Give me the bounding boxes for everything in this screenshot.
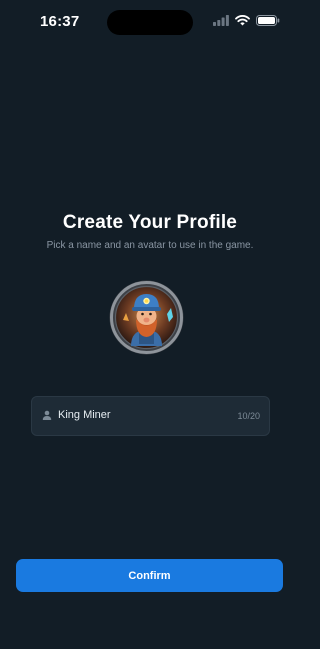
miner-avatar[interactable] xyxy=(109,280,184,355)
dynamic-island xyxy=(107,10,193,35)
signal-icon xyxy=(213,15,229,26)
status-bar: 16:37 xyxy=(0,0,300,44)
wifi-icon xyxy=(235,15,250,26)
name-field[interactable]: King Miner 10/20 xyxy=(31,396,270,436)
status-icons xyxy=(213,15,280,26)
character-counter: 10/20 xyxy=(237,411,260,421)
name-input-value: King Miner xyxy=(58,409,111,421)
page-subtitle: Pick a name and an avatar to use in the … xyxy=(46,240,254,251)
page-title: Create Your Profile xyxy=(62,212,238,233)
status-time: 16:37 xyxy=(40,13,80,30)
confirm-button[interactable]: Confirm xyxy=(16,559,283,592)
person-icon xyxy=(42,410,52,420)
battery-icon xyxy=(256,15,280,26)
